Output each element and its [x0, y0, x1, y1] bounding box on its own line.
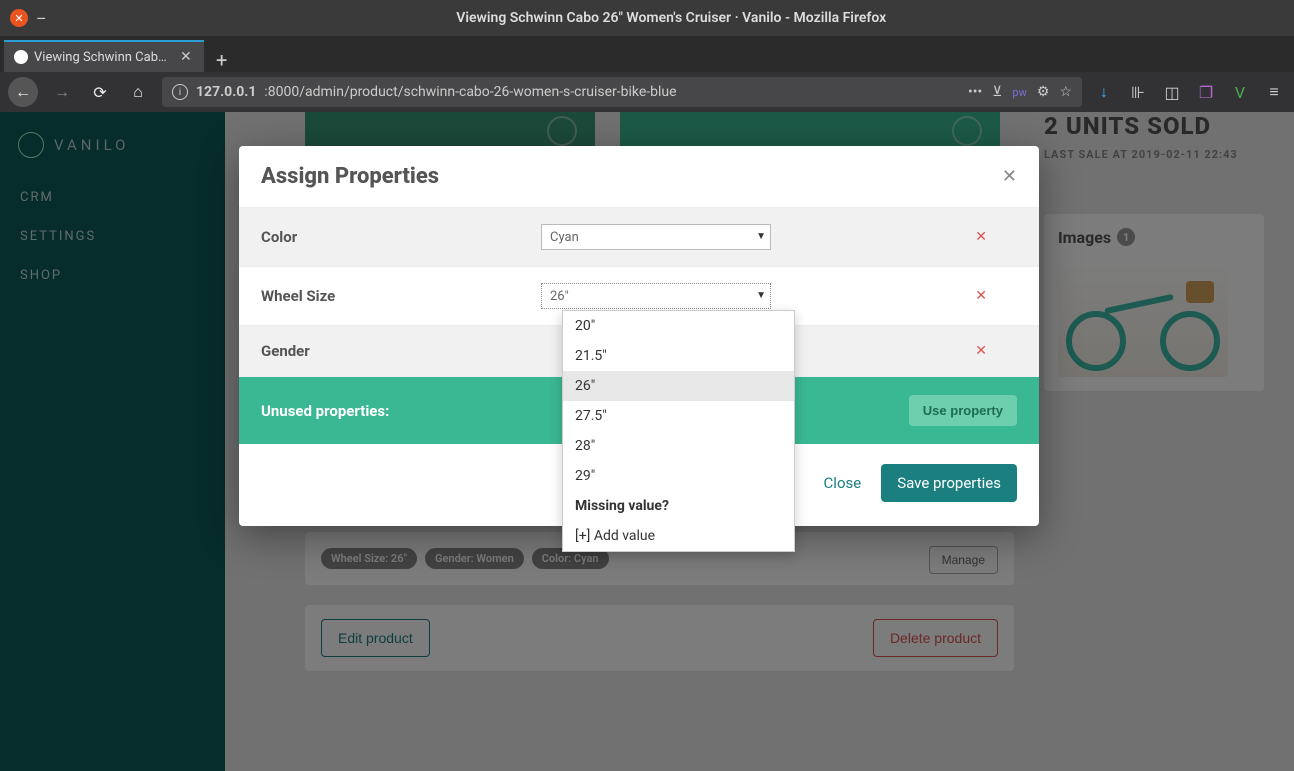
os-titlebar: ✕ – Viewing Schwinn Cabo 26" Women's Cru… [0, 0, 1294, 36]
menu-icon[interactable]: ≡ [1262, 82, 1286, 102]
extension-icon[interactable]: pw [1012, 86, 1026, 99]
bug-icon[interactable]: ⚙ [1037, 84, 1050, 100]
property-select-color[interactable]: Cyan ▼ [541, 224, 771, 250]
property-value-color: Cyan [550, 230, 579, 245]
window-close-button[interactable]: ✕ [10, 9, 28, 27]
library-icon[interactable]: ⊪ [1126, 83, 1150, 102]
sidebar-toggle-icon[interactable]: ◫ [1160, 83, 1184, 102]
property-row-color: Color Cyan ▼ ✕ [239, 208, 1039, 267]
dropdown-option-28[interactable]: 28" [563, 431, 794, 461]
download-icon[interactable]: ↓ [1092, 82, 1116, 102]
url-host: 127.0.0.1 [196, 84, 256, 100]
browser-toolbar: ← → ⟳ ⌂ i 127.0.0.1 :8000/admin/product/s… [0, 72, 1294, 112]
remove-property-gender[interactable]: ✕ [975, 343, 987, 359]
ellipsis-icon[interactable]: ••• [968, 84, 982, 100]
modal-header: Assign Properties ✕ [239, 146, 1039, 208]
window-minimize-button[interactable]: – [36, 9, 47, 28]
back-button[interactable]: ← [8, 77, 38, 107]
chevron-down-icon: ▼ [756, 231, 766, 242]
vue-devtools-icon[interactable]: V [1228, 83, 1252, 102]
tab-title: Viewing Schwinn Cabo 26 [34, 50, 174, 65]
dropdown-option-20[interactable]: 20" [563, 311, 794, 341]
dropdown-option-29[interactable]: 29" [563, 461, 794, 491]
chevron-down-icon: ▼ [756, 290, 766, 301]
remove-property-wheel-size[interactable]: ✕ [975, 288, 987, 304]
save-properties-button[interactable]: Save properties [881, 464, 1017, 502]
reload-button[interactable]: ⟳ [86, 78, 114, 106]
viewport: VANILO CRM SETTINGS SHOP 2 UNITS SOLD LA… [0, 112, 1294, 771]
modal-close-icon[interactable]: ✕ [1002, 166, 1017, 187]
url-path: :8000/admin/product/schwinn-cabo-26-wome… [264, 84, 676, 100]
property-label-color: Color [261, 228, 541, 246]
window-title: Viewing Schwinn Cabo 26" Women's Cruiser… [59, 10, 1285, 26]
containers-icon[interactable]: ❐ [1194, 83, 1218, 102]
dropdown-missing-value-label: Missing value? [563, 491, 794, 521]
property-label-gender: Gender [261, 342, 541, 360]
site-info-icon[interactable]: i [172, 84, 188, 100]
use-property-button[interactable]: Use property [909, 395, 1017, 426]
wheel-size-dropdown: 20" 21.5" 26" 27.5" 28" 29" Missing valu… [562, 310, 795, 552]
tab-close-icon[interactable]: ✕ [180, 49, 192, 65]
address-bar[interactable]: i 127.0.0.1 :8000/admin/product/schwinn-c… [162, 77, 1082, 107]
browser-tabstrip: Viewing Schwinn Cabo 26 ✕ + [0, 36, 1294, 72]
dropdown-option-26[interactable]: 26" [563, 371, 794, 401]
pocket-icon[interactable]: ⊻ [992, 84, 1002, 100]
property-label-wheel-size: Wheel Size [261, 287, 541, 305]
modal-title: Assign Properties [261, 164, 439, 189]
dropdown-add-value[interactable]: [+] Add value [563, 521, 794, 551]
bookmark-star-icon[interactable]: ☆ [1059, 84, 1072, 100]
modal-close-button[interactable]: Close [824, 474, 862, 492]
dropdown-option-21-5[interactable]: 21.5" [563, 341, 794, 371]
home-button[interactable]: ⌂ [124, 78, 152, 106]
remove-property-color[interactable]: ✕ [975, 229, 987, 245]
property-value-wheel-size: 26" [550, 289, 569, 304]
new-tab-button[interactable]: + [204, 48, 239, 72]
dropdown-option-27-5[interactable]: 27.5" [563, 401, 794, 431]
tab-favicon [14, 50, 28, 64]
forward-button[interactable]: → [48, 78, 76, 106]
browser-tab[interactable]: Viewing Schwinn Cabo 26 ✕ [4, 40, 204, 72]
unused-properties-label: Unused properties: [261, 402, 389, 420]
property-select-wheel-size[interactable]: 26" ▼ [541, 283, 771, 309]
